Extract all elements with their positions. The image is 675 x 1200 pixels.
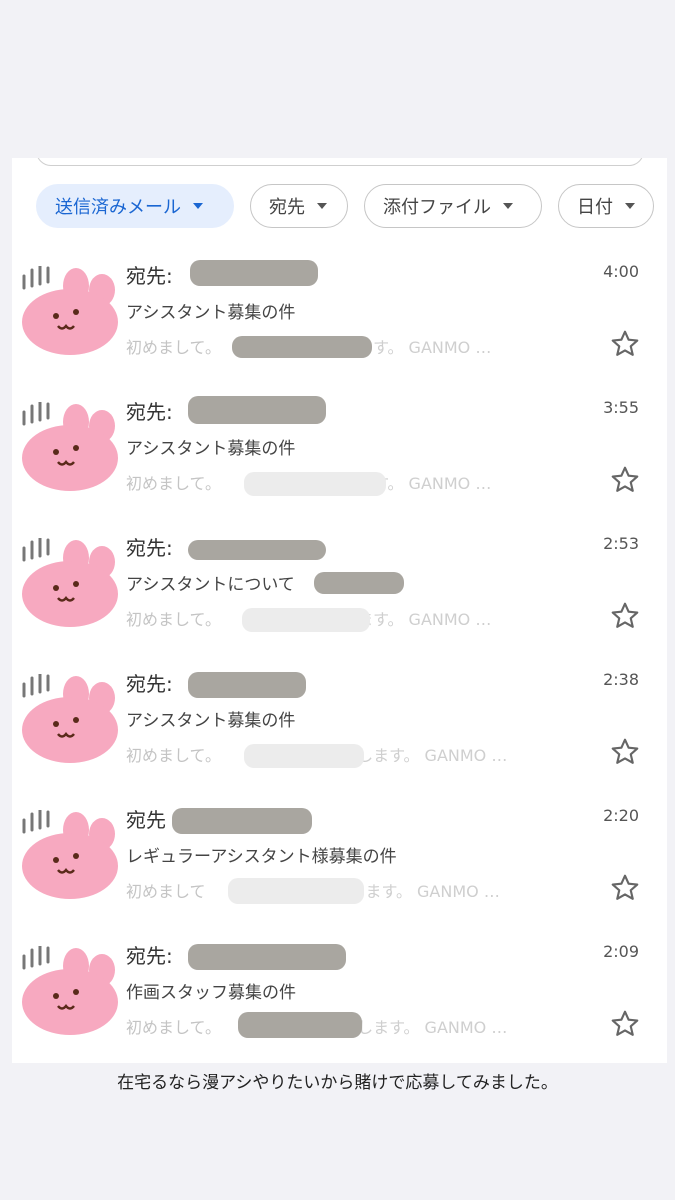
email-time: 4:00 — [603, 262, 639, 281]
filter-chip-recipient[interactable]: 宛先 — [250, 184, 348, 228]
caret-down-icon — [317, 203, 327, 209]
email-row[interactable]: 宛先: 2:53 アシスタントについて 初めまして。 申します。 GANMO … — [12, 520, 667, 656]
filter-chip-attachment[interactable]: 添付ファイル — [364, 184, 542, 228]
pink-rabbit-avatar-icon — [22, 810, 118, 899]
email-time: 2:09 — [603, 942, 639, 961]
caret-down-icon — [625, 203, 635, 209]
redacted-name — [228, 878, 364, 904]
email-subject: レギュラーアシスタント様募集の件 — [126, 847, 397, 867]
email-row[interactable]: 宛先 2:20 レギュラーアシスタント様募集の件 初めまして と申します。 GA… — [12, 792, 667, 928]
email-row[interactable]: 宛先: 3:55 アシスタント募集の件 初めまして。 申します。 GANMO … — [12, 384, 667, 520]
caption-text: 在宅るなら漫アシやりたいから賭けで応募してみました。 — [117, 1073, 558, 1093]
email-subject: アシスタント募集の件 — [126, 439, 296, 459]
email-time: 2:38 — [603, 670, 639, 689]
pink-rabbit-avatar-icon — [22, 266, 118, 355]
star-outline-icon[interactable] — [609, 736, 641, 768]
recipient-label: 宛先: — [126, 536, 173, 560]
email-row[interactable]: 宛先: 4:00 アシスタント募集の件 初めまして。 申します。 GANMO … — [12, 248, 667, 384]
star-outline-icon[interactable] — [609, 464, 641, 496]
filter-chip-recipient-label: 宛先 — [269, 197, 305, 218]
redacted-name — [244, 744, 364, 768]
redacted-name — [244, 472, 386, 496]
search-bar[interactable] — [36, 158, 644, 166]
redacted-subject-part — [314, 572, 404, 594]
pink-rabbit-avatar-icon — [22, 674, 118, 763]
filter-chip-sent-label: 送信済みメール — [55, 197, 181, 218]
email-row[interactable]: 宛先: 2:09 作画スタッフ募集の件 初めまして。 と申します。 GANMO … — [12, 928, 667, 1063]
redacted-recipient — [188, 672, 306, 698]
redacted-recipient — [188, 396, 326, 424]
email-time: 2:20 — [603, 806, 639, 825]
mail-list-panel: 送信済みメール 宛先 添付ファイル 日付 宛先: 4:00 アシスタント募集の件… — [12, 158, 667, 1063]
star-outline-icon[interactable] — [609, 1008, 641, 1040]
caret-down-icon — [193, 203, 203, 209]
filter-chip-date[interactable]: 日付 — [558, 184, 654, 228]
email-snippet-start: 初めまして — [126, 882, 206, 901]
email-subject: 作画スタッフ募集の件 — [126, 983, 296, 1003]
redacted-recipient — [172, 808, 312, 834]
email-snippet-start: 初めまして。 — [126, 610, 214, 629]
pink-rabbit-avatar-icon — [22, 946, 118, 1035]
email-snippet-start: 初めまして。 — [126, 746, 214, 765]
star-outline-icon[interactable] — [609, 328, 641, 360]
filter-chip-attachment-label: 添付ファイル — [383, 197, 491, 218]
email-time: 2:53 — [603, 534, 639, 553]
redacted-recipient — [188, 540, 326, 560]
filter-chip-date-label: 日付 — [577, 197, 613, 218]
pink-rabbit-avatar-icon — [22, 402, 118, 491]
recipient-label: 宛先 — [126, 808, 166, 832]
email-row[interactable]: 宛先: 2:38 アシスタント募集の件 初めまして。 と申します。 GANMO … — [12, 656, 667, 792]
email-subject: アシスタントについて — [126, 575, 295, 595]
star-outline-icon[interactable] — [609, 600, 641, 632]
recipient-label: 宛先: — [126, 672, 173, 696]
caret-down-icon — [503, 203, 513, 209]
pink-rabbit-avatar-icon — [22, 538, 118, 627]
redacted-recipient — [188, 944, 346, 970]
email-snippet-start: 初めまして。 — [126, 338, 214, 357]
recipient-label: 宛先: — [126, 264, 173, 288]
star-outline-icon[interactable] — [609, 872, 641, 904]
redacted-name — [238, 1012, 362, 1038]
email-snippet-start: 初めまして。 — [126, 474, 214, 493]
email-snippet-start: 初めまして。 — [126, 1018, 214, 1037]
redacted-name — [242, 608, 370, 632]
email-subject: アシスタント募集の件 — [126, 711, 296, 731]
redacted-name — [232, 336, 372, 358]
filter-chip-sent[interactable]: 送信済みメール — [36, 184, 234, 228]
recipient-label: 宛先: — [126, 944, 173, 968]
email-subject: アシスタント募集の件 — [126, 303, 296, 323]
redacted-recipient — [190, 260, 318, 286]
email-time: 3:55 — [603, 398, 639, 417]
recipient-label: 宛先: — [126, 400, 173, 424]
